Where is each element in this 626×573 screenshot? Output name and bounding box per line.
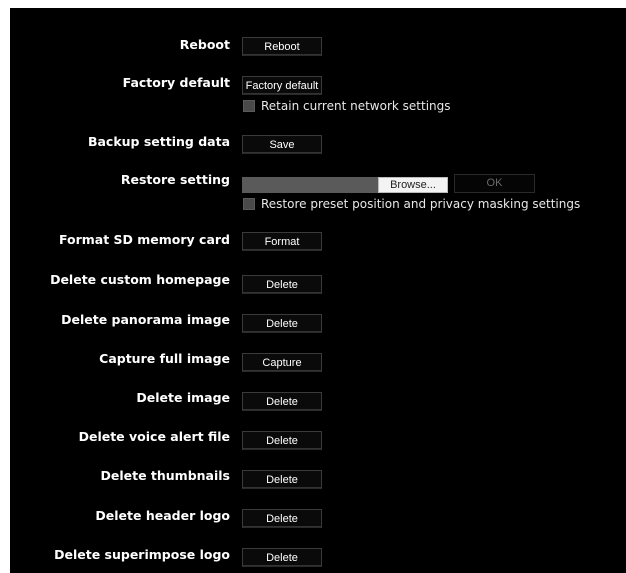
delete-thumbnails-button[interactable]: Delete	[242, 470, 322, 489]
capture-full-image-label: Capture full image	[99, 351, 230, 366]
restore-file-input[interactable]	[242, 177, 378, 193]
save-button[interactable]: Save	[242, 135, 322, 154]
delete-header-logo-button[interactable]: Delete	[242, 509, 322, 528]
delete-panorama-label: Delete panorama image	[61, 312, 230, 327]
delete-image-button[interactable]: Delete	[242, 392, 322, 411]
backup-setting-label: Backup setting data	[87, 134, 230, 149]
reboot-label: Reboot	[179, 37, 230, 52]
delete-superimpose-logo-label: Delete superimpose logo	[54, 547, 230, 562]
restore-preset-checkbox[interactable]: Restore preset position and privacy mask…	[243, 197, 580, 211]
factory-default-button[interactable]: Factory default	[242, 76, 322, 95]
capture-button[interactable]: Capture	[242, 353, 322, 372]
delete-custom-homepage-button[interactable]: Delete	[242, 275, 322, 294]
retain-network-checkbox-label: Retain current network settings	[261, 99, 451, 113]
delete-custom-homepage-label: Delete custom homepage	[50, 272, 230, 287]
delete-image-label: Delete image	[136, 390, 230, 405]
reboot-button[interactable]: Reboot	[242, 37, 322, 56]
restore-preset-checkbox-box[interactable]	[243, 198, 255, 210]
delete-header-logo-label: Delete header logo	[95, 508, 230, 523]
ok-button[interactable]: OK	[454, 174, 535, 193]
format-button[interactable]: Format	[242, 232, 322, 251]
format-sd-label: Format SD memory card	[58, 232, 230, 247]
retain-network-checkbox-box[interactable]	[243, 100, 255, 112]
factory-default-label: Factory default	[122, 75, 230, 90]
browse-button[interactable]: Browse...	[378, 177, 448, 193]
delete-thumbnails-label: Delete thumbnails	[100, 468, 230, 483]
restore-setting-label: Restore setting	[120, 172, 230, 187]
retain-network-checkbox[interactable]: Retain current network settings	[243, 99, 451, 113]
delete-panorama-button[interactable]: Delete	[242, 314, 322, 333]
delete-voice-alert-label: Delete voice alert file	[78, 429, 230, 444]
restore-preset-checkbox-label: Restore preset position and privacy mask…	[261, 197, 581, 211]
delete-superimpose-logo-button[interactable]: Delete	[242, 548, 322, 567]
delete-voice-alert-button[interactable]: Delete	[242, 431, 322, 450]
